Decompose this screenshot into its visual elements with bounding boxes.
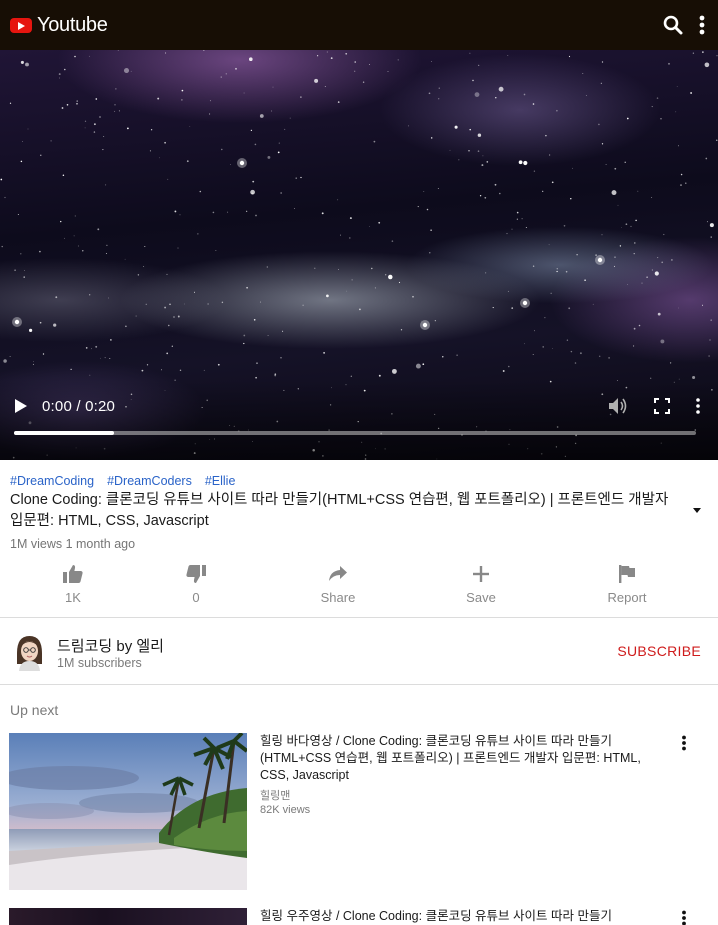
save-button[interactable]: Save [441, 560, 521, 605]
volume-icon[interactable] [608, 397, 628, 415]
channel-name: 힐링맨 [260, 790, 291, 802]
app-header: Youtube [0, 0, 718, 50]
hashtag-link[interactable]: #Ellie [205, 474, 236, 488]
video-player[interactable]: 0:00 / 0:20 [0, 50, 718, 460]
share-label: Share [320, 590, 356, 605]
progress-fill [14, 431, 114, 435]
dislike-button[interactable]: 0 [156, 560, 236, 605]
share-button[interactable]: Share [298, 560, 378, 605]
share-icon [298, 562, 378, 586]
action-bar: 1K 0 Share Save Report [0, 560, 718, 616]
video-thumbnail[interactable] [9, 733, 247, 890]
progress-bar[interactable] [14, 431, 696, 435]
up-next-heading: Up next [10, 702, 59, 718]
video-title[interactable]: 힐링 바다영상 / Clone Coding: 클론코딩 유튜브 사이트 따라 … [260, 733, 660, 784]
list-item[interactable]: 힐링 바다영상 / Clone Coding: 클론코딩 유튜브 사이트 따라 … [0, 733, 718, 893]
hashtag-list: #DreamCoding #DreamCoders #Ellie [10, 474, 235, 488]
like-count: 1K [65, 590, 81, 605]
brand-name: Youtube [37, 13, 108, 36]
hashtag-link[interactable]: #DreamCoders [107, 474, 192, 488]
subscribe-button[interactable]: SUBSCRIBE [617, 643, 701, 659]
view-count: 82K views [260, 804, 311, 816]
avatar[interactable] [12, 631, 47, 671]
more-vert-icon[interactable] [677, 910, 691, 925]
more-vert-icon[interactable] [696, 14, 708, 36]
channel-row: 드림코딩 by 엘리 1M subscribers SUBSCRIBE [0, 618, 718, 684]
fullscreen-icon[interactable] [654, 398, 670, 414]
player-controls: 0:00 / 0:20 [0, 380, 718, 460]
dislike-count: 0 [192, 590, 200, 605]
flag-icon [587, 562, 667, 586]
report-label: Report [607, 590, 647, 605]
video-title: Clone Coding: 클론코딩 유튜브 사이트 따라 만들기(HTML+C… [10, 492, 669, 529]
save-label: Save [466, 590, 496, 605]
video-thumbnail[interactable] [9, 908, 247, 925]
plus-icon [441, 562, 521, 586]
channel-name[interactable]: 드림코딩 by 엘리 [57, 635, 164, 656]
divider [0, 684, 718, 685]
hashtag-link[interactable]: #DreamCoding [10, 474, 94, 488]
youtube-logo-icon [10, 17, 32, 33]
video-meta: 1M views 1 month ago [10, 537, 136, 551]
video-title[interactable]: 힐링 우주영상 / Clone Coding: 클론코딩 유튜브 사이트 따라 … [260, 908, 660, 925]
time-display: 0:00 / 0:20 [42, 397, 116, 415]
more-vert-icon[interactable] [677, 735, 691, 751]
subscriber-count: 1M subscribers [57, 656, 142, 670]
report-button[interactable]: Report [587, 560, 667, 605]
youtube-logo[interactable]: Youtube [10, 14, 108, 37]
more-vert-icon[interactable] [696, 398, 700, 414]
thumbs-down-icon [156, 562, 236, 586]
thumbs-up-icon [33, 562, 113, 586]
play-icon[interactable] [14, 398, 28, 414]
like-button[interactable]: 1K [33, 560, 113, 605]
list-item[interactable]: 힐링 우주영상 / Clone Coding: 클론코딩 유튜브 사이트 따라 … [0, 908, 718, 925]
search-icon[interactable] [662, 14, 684, 36]
expand-caret-icon[interactable] [690, 503, 704, 517]
